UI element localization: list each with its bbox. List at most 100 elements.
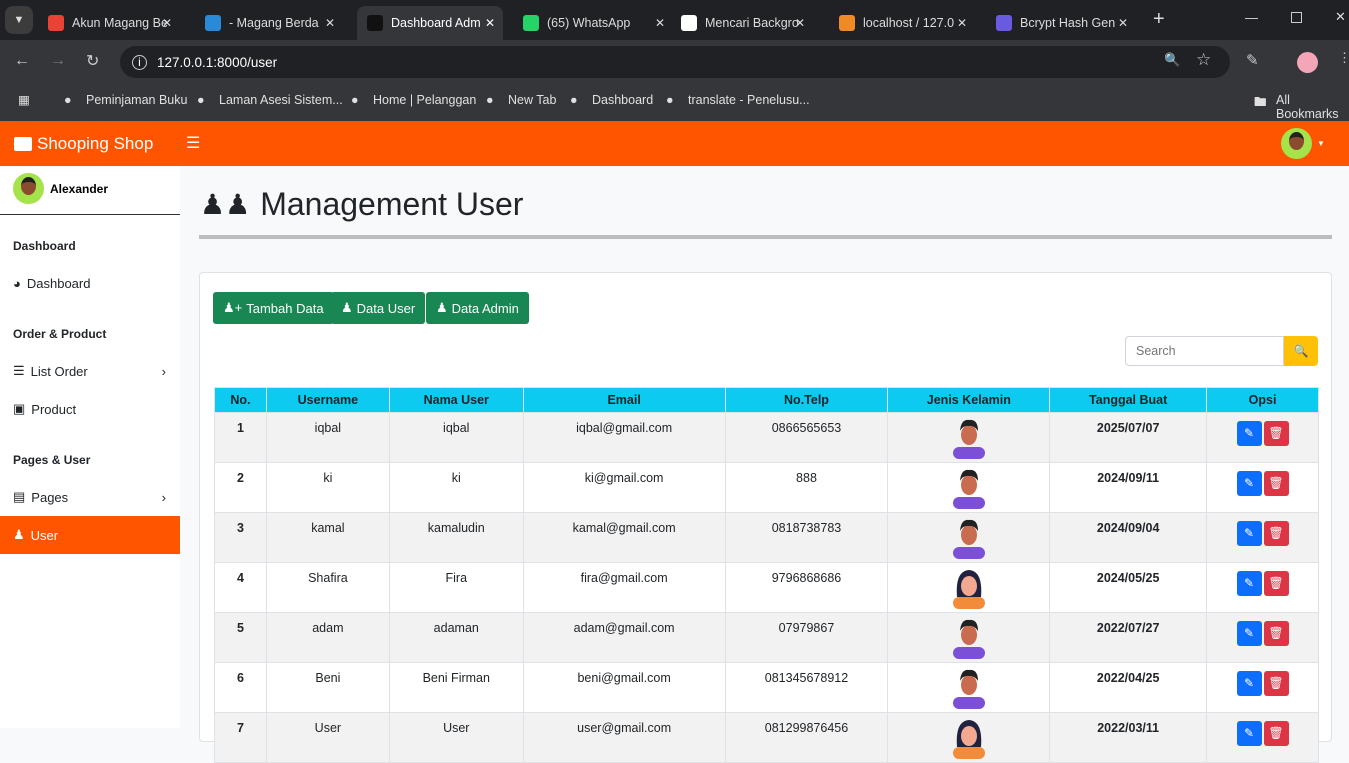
cell-email: kamal@gmail.com: [522, 512, 726, 563]
data-admin-button[interactable]: ♟ Data Admin: [426, 292, 529, 324]
favicon-icon: [839, 15, 855, 31]
delete-button[interactable]: 🗑: [1263, 421, 1289, 446]
browser-tab[interactable]: (65) WhatsApp ✕: [513, 6, 673, 40]
edit-button[interactable]: ✎: [1236, 521, 1262, 546]
male-avatar-icon: [952, 419, 985, 459]
avatar: [1281, 128, 1312, 159]
cell-email: ki@gmail.com: [522, 462, 726, 513]
cell-email: fira@gmail.com: [522, 562, 726, 613]
restore-button[interactable]: [1291, 12, 1302, 23]
delete-button[interactable]: 🗑: [1263, 521, 1289, 546]
sidebar-item-dashboard[interactable]: ◕ Dashboard: [0, 264, 180, 302]
search-input[interactable]: [1125, 336, 1284, 366]
bookmark-item[interactable]: All Bookmarks: [1276, 93, 1349, 121]
edit-button[interactable]: ✎: [1236, 571, 1262, 596]
user-icon: ♟: [341, 300, 353, 315]
browser-tab[interactable]: - Magang Berda ✕: [195, 6, 343, 40]
cell-actions: ✎ 🗑: [1206, 662, 1319, 713]
sidebar-item-product[interactable]: ▣ Product: [0, 390, 180, 428]
cell-tanggal: 2022/07/27: [1049, 612, 1208, 663]
delete-button[interactable]: 🗑: [1263, 671, 1289, 696]
tab-search-button[interactable]: ▼: [5, 6, 33, 34]
forward-icon[interactable]: →: [50, 52, 66, 70]
edit-button[interactable]: ✎: [1236, 621, 1262, 646]
extensions-icon[interactable]: ✎: [1246, 51, 1259, 69]
browser-tab[interactable]: Bcrypt Hash Gen ✕: [986, 6, 1136, 40]
close-tab-icon[interactable]: ✕: [325, 16, 335, 30]
browser-tab[interactable]: localhost / 127.0 ✕: [829, 6, 975, 40]
cell-gender: [887, 562, 1051, 613]
zoom-icon[interactable]: 🔍: [1164, 52, 1180, 68]
bookmark-icon: ●: [197, 93, 205, 107]
user-menu[interactable]: ▼: [1281, 128, 1325, 159]
browser-tab[interactable]: Dashboard Adm ✕: [357, 6, 503, 40]
sidebar-item-pages[interactable]: ▤ Pages ›: [0, 478, 180, 516]
cell-tanggal: 2024/09/11: [1049, 462, 1208, 513]
table-row: 3 kamal kamaludin kamal@gmail.com 081873…: [214, 512, 1319, 563]
book-icon: ▤: [13, 489, 26, 504]
close-tab-icon[interactable]: ✕: [1118, 16, 1128, 30]
edit-button[interactable]: ✎: [1236, 671, 1262, 696]
bookmark-item[interactable]: Home | Pelanggan: [373, 93, 476, 107]
apps-icon[interactable]: ▦: [18, 92, 30, 107]
url-input[interactable]: i 127.0.0.1:8000/user: [120, 46, 1230, 78]
favicon-icon: [681, 15, 697, 31]
menu-icon[interactable]: ⋮: [1338, 50, 1349, 66]
profile-avatar[interactable]: [1297, 52, 1318, 73]
close-window-button[interactable]: ✕: [1335, 9, 1346, 25]
edit-button[interactable]: ✎: [1236, 471, 1262, 496]
close-tab-icon[interactable]: ✕: [162, 16, 172, 30]
browser-tab[interactable]: Akun Magang Be ✕: [38, 6, 180, 40]
minimize-button[interactable]: —: [1245, 10, 1258, 25]
search-button[interactable]: 🔍: [1284, 336, 1318, 366]
sidebar-item-user[interactable]: ♟ User: [0, 516, 180, 554]
star-icon[interactable]: ☆: [1196, 50, 1211, 70]
close-tab-icon[interactable]: ✕: [795, 16, 805, 30]
sidebar-toggle-icon[interactable]: ☰: [186, 133, 200, 153]
delete-button[interactable]: 🗑: [1263, 571, 1289, 596]
back-icon[interactable]: ←: [14, 52, 30, 70]
brand-link[interactable]: Shooping Shop: [14, 134, 153, 154]
bookmark-icon: ●: [570, 93, 578, 107]
cell-nama: Beni Firman: [388, 662, 524, 713]
cell-telp: 9796868686: [724, 562, 889, 613]
bookmark-item[interactable]: New Tab: [508, 93, 556, 107]
tab-title: (65) WhatsApp: [547, 16, 631, 30]
close-tab-icon[interactable]: ✕: [957, 16, 967, 30]
browser-tab[interactable]: Mencari Backgro ✕: [671, 6, 813, 40]
table-row: 2 ki ki ki@gmail.com 888 2024/09/11 ✎ 🗑: [214, 462, 1319, 513]
female-avatar-icon: [952, 720, 985, 759]
label: Dashboard: [26, 275, 91, 291]
section-dashboard: Dashboard: [13, 239, 76, 253]
close-tab-icon[interactable]: ✕: [485, 16, 495, 30]
address-bar-row: ← → ↻ i 127.0.0.1:8000/user 🔍 ☆ ✎ ⋮: [0, 40, 1349, 84]
bookmark-item[interactable]: Laman Asesi Sistem...: [219, 93, 343, 107]
cell-tanggal: 2022/03/11: [1049, 712, 1208, 763]
data-user-button[interactable]: ♟ Data User: [331, 292, 426, 324]
column-header: Username: [265, 387, 390, 413]
column-header: No.Telp: [724, 387, 889, 413]
user-card: ♟+Tambah Data ♟Data User ♟Data Admin 🔍 N…: [199, 272, 1332, 763]
bookmark-icon: ●: [666, 93, 674, 107]
cell-gender: [887, 412, 1051, 463]
close-tab-icon[interactable]: ✕: [655, 16, 665, 30]
bookmark-item[interactable]: Peminjaman Buku: [86, 93, 187, 107]
edit-button[interactable]: ✎: [1236, 721, 1262, 746]
cell-actions: ✎ 🗑: [1206, 462, 1319, 513]
add-data-button[interactable]: ♟+ Tambah Data: [213, 292, 334, 324]
edit-button[interactable]: ✎: [1236, 421, 1262, 446]
sidebar-item-list-order[interactable]: ☰ List Order ›: [0, 352, 180, 390]
new-tab-button[interactable]: +: [1153, 8, 1165, 31]
cell-actions: ✎ 🗑: [1206, 412, 1319, 463]
cell-telp: 081345678912: [724, 662, 889, 713]
cell-no: 7: [214, 712, 267, 763]
info-icon[interactable]: i: [132, 54, 147, 70]
delete-button[interactable]: 🗑: [1263, 621, 1289, 646]
reload-icon[interactable]: ↻: [86, 51, 99, 71]
label: Pages: [31, 489, 69, 505]
delete-button[interactable]: 🗑: [1263, 471, 1289, 496]
delete-button[interactable]: 🗑: [1263, 721, 1289, 746]
cell-no: 2: [214, 462, 267, 513]
bookmark-item[interactable]: translate - Penelusu...: [688, 93, 810, 107]
bookmark-item[interactable]: Dashboard: [592, 93, 653, 107]
